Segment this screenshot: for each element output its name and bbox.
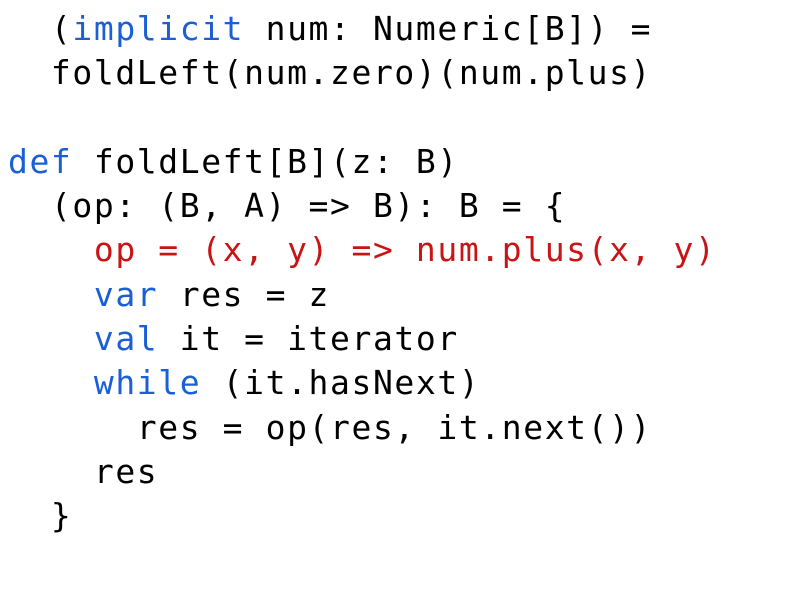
code-text: res — [8, 451, 159, 491]
code-line-3-blank — [8, 96, 716, 140]
code-text: it = iterator — [158, 319, 459, 359]
code-line-2: foldLeft(num.zero)(num.plus) — [8, 51, 716, 95]
code-line-9: while (it.hasNext) — [8, 361, 716, 405]
code-text: (it.hasNext) — [201, 363, 481, 403]
code-slide: (implicit num: Numeric[B]) = foldLeft(nu… — [0, 0, 800, 600]
code-block: (implicit num: Numeric[B]) = foldLeft(nu… — [8, 7, 716, 539]
code-line-12: } — [8, 494, 716, 538]
code-text: (op: (B, A) => B): B = { — [8, 186, 567, 226]
code-text: res = op(res, it.next()) — [8, 407, 653, 447]
code-line-8: val it = iterator — [8, 317, 716, 361]
code-line-4: def foldLeft[B](z: B) — [8, 140, 716, 184]
code-line-6-highlighted: op = (x, y) => num.plus(x, y) — [8, 228, 716, 272]
code-text: num: Numeric[B]) = — [244, 9, 653, 48]
code-line-7: var res = z — [8, 273, 716, 317]
keyword-val: val — [93, 319, 159, 359]
code-text: } — [8, 496, 73, 536]
code-text: foldLeft(num.zero)(num.plus) — [8, 53, 653, 93]
keyword-while: while — [93, 363, 202, 403]
code-text: res = z — [158, 274, 331, 314]
code-text: foldLeft[B](z: B) — [72, 141, 459, 181]
code-line-1: (implicit num: Numeric[B]) = — [8, 7, 716, 51]
keyword-def: def — [8, 141, 73, 181]
code-line-10: res = op(res, it.next()) — [8, 406, 716, 450]
code-text: ( — [8, 9, 73, 48]
code-line-11: res — [8, 450, 716, 494]
keyword-var: var — [93, 274, 159, 314]
code-line-5: (op: (B, A) => B): B = { — [8, 184, 716, 228]
highlighted-code: op = (x, y) => num.plus(x, y) — [93, 230, 717, 270]
keyword-implicit: implicit — [72, 9, 245, 48]
